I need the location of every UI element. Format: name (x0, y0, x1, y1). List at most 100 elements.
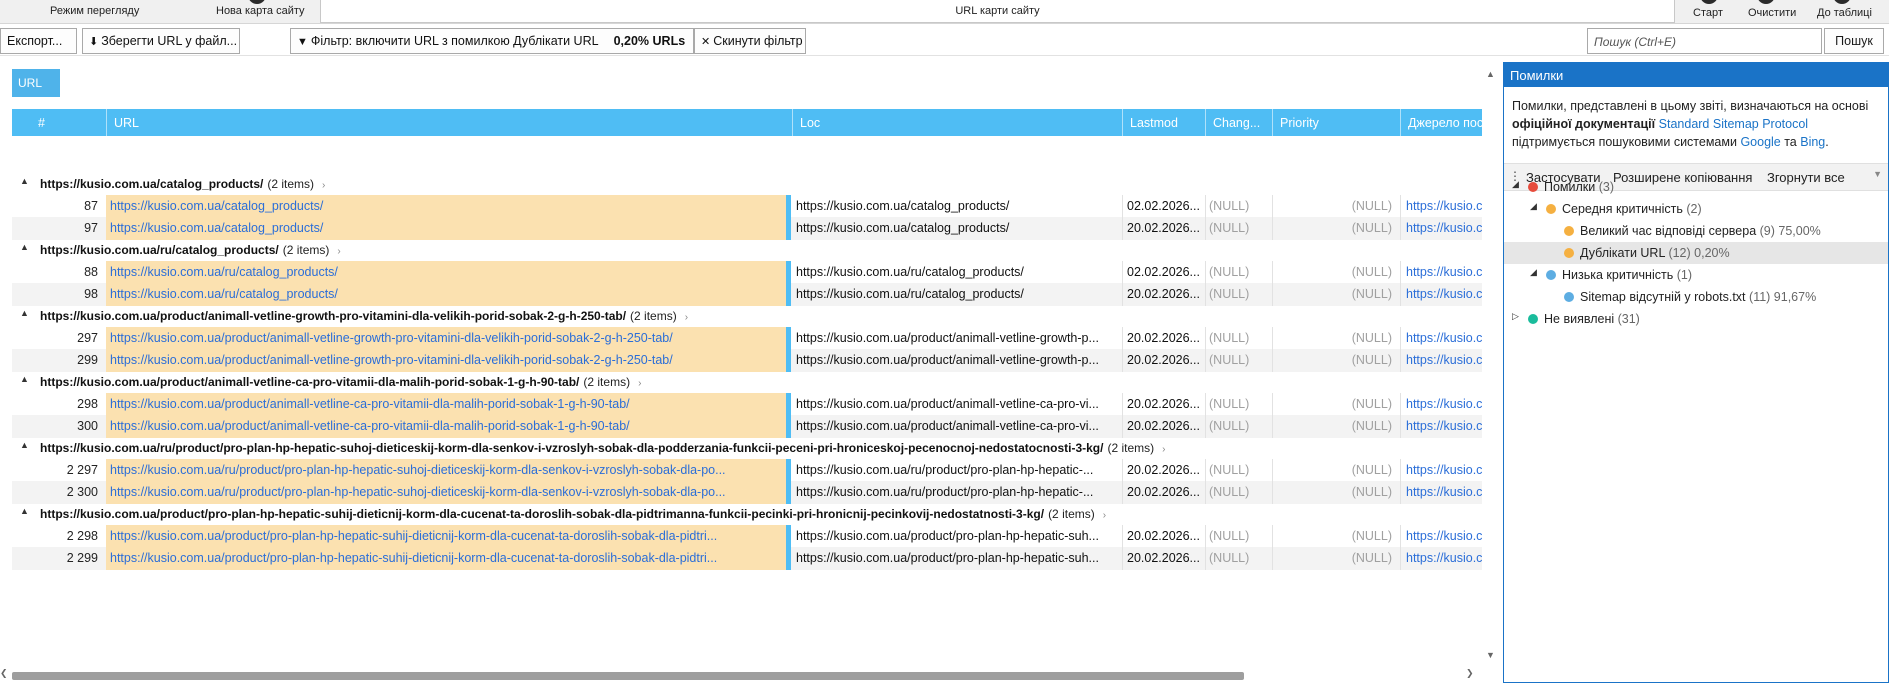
table-row[interactable]: 298 https://kusio.com.ua/product/animall-… (12, 393, 1482, 416)
table-row[interactable]: 300 https://kusio.com.ua/product/animall-… (12, 415, 1482, 438)
row-source-link[interactable]: https://kusio.com (1400, 547, 1482, 570)
collapse-caret-icon[interactable]: ▲ (20, 374, 29, 384)
col-header-loc[interactable]: Loc (792, 109, 1122, 136)
col-header-lastmod[interactable]: Lastmod (1122, 109, 1205, 136)
start-button[interactable]: Старт (1693, 7, 1723, 19)
row-lastmod: 20.02.2026... (1127, 485, 1200, 499)
collapse-caret-icon[interactable]: ◢ (1530, 201, 1537, 212)
row-source-link[interactable]: https://kusio.com (1400, 415, 1482, 438)
reset-filter-button[interactable]: ✕ Скинути фільтр (694, 28, 806, 54)
row-url-link[interactable]: https://kusio.com.ua/product/animall-vet… (106, 393, 786, 416)
row-url-link[interactable]: https://kusio.com.ua/ru/product/pro-plan… (106, 459, 786, 482)
row-source-link[interactable]: https://kusio.com (1400, 481, 1482, 504)
bing-link[interactable]: Bing (1800, 135, 1825, 149)
export-button[interactable]: Експорт... (0, 28, 77, 54)
row-marker (786, 393, 791, 416)
table-row[interactable]: 299 https://kusio.com.ua/product/animall-… (12, 349, 1482, 372)
collapse-caret-icon[interactable]: ▲ (20, 242, 29, 252)
collapse-caret-icon[interactable]: ▲ (20, 440, 29, 450)
table-row[interactable]: 2 299 https://kusio.com.ua/product/pro-pl… (12, 547, 1482, 570)
collapse-caret-icon[interactable]: ▲ (20, 506, 29, 516)
tab-url[interactable]: URL (12, 69, 60, 97)
tree-item-low[interactable]: ◢ Низька критичність (1) (1504, 264, 1888, 286)
chevron-right-icon[interactable]: › (1103, 510, 1106, 521)
row-source-link[interactable]: https://kusio.com (1400, 459, 1482, 482)
new-sitemap-button[interactable]: Нова карта сайту (216, 5, 305, 17)
row-source-link[interactable]: https://kusio.com (1400, 283, 1482, 306)
horizontal-scrollbar[interactable] (12, 672, 1244, 680)
col-header-priority[interactable]: Priority (1272, 109, 1400, 136)
row-changefreq: (NULL) (1209, 485, 1250, 499)
table-row[interactable]: 2 298 https://kusio.com.ua/product/pro-pl… (12, 525, 1482, 548)
tree-item-slow-response[interactable]: Великий час відповіді сервера (9) 75,00% (1504, 220, 1888, 242)
tree-item-errors[interactable]: ◢ Помилки (3) (1504, 176, 1888, 198)
to-table-button[interactable]: До таблиці (1817, 7, 1872, 19)
sitemap-protocol-link[interactable]: Standard Sitemap Protocol (1659, 117, 1808, 131)
row-url-link[interactable]: https://kusio.com.ua/product/pro-plan-hp… (106, 525, 786, 548)
row-url-link[interactable]: https://kusio.com.ua/catalog_products/ (106, 195, 786, 218)
chevron-right-icon[interactable]: › (337, 246, 340, 257)
row-lastmod: 20.02.2026... (1127, 221, 1200, 235)
table-row[interactable]: 88 https://kusio.com.ua/ru/catalog_produc… (12, 261, 1482, 284)
row-source-link[interactable]: https://kusio.com (1400, 393, 1482, 416)
row-source-link[interactable]: https://kusio.com (1400, 525, 1482, 548)
group-row[interactable]: ▲ https://kusio.com.ua/ru/catalog_product… (12, 239, 1482, 261)
group-row[interactable]: ▲ https://kusio.com.ua/product/animall-ve… (12, 371, 1482, 393)
group-row[interactable]: ▲ https://kusio.com.ua/product/animall-ve… (12, 305, 1482, 327)
table-row[interactable]: 87 https://kusio.com.ua/catalog_products/… (12, 195, 1482, 218)
col-header-changefreq[interactable]: Chang... (1205, 109, 1272, 136)
chevron-right-icon[interactable]: › (322, 180, 325, 191)
table-row[interactable]: 297 https://kusio.com.ua/product/animall-… (12, 327, 1482, 350)
tree-item-not-found[interactable]: ▷ Не виявлені (31) (1504, 308, 1888, 330)
save-url-button[interactable]: ⬇ Зберегти URL у файл... (82, 28, 240, 54)
search-input[interactable]: Пошук (Ctrl+E) (1587, 28, 1822, 54)
chevron-right-icon[interactable]: › (1162, 444, 1165, 455)
row-source-link[interactable]: https://kusio.com (1400, 195, 1482, 218)
col-header-url[interactable]: URL (106, 109, 792, 136)
filter-indicator[interactable]: ▼ Фільтр: включити URL з помилкою Дубліка… (290, 28, 694, 54)
tree-item-duplicate-urls[interactable]: Дублікати URL (12) 0,20% (1504, 242, 1888, 264)
scroll-right-icon[interactable]: ❯ (1466, 668, 1474, 679)
clear-button[interactable]: Очистити (1748, 7, 1796, 19)
row-url-link[interactable]: https://kusio.com.ua/product/pro-plan-hp… (106, 547, 786, 570)
col-header-num[interactable]: # (12, 109, 106, 136)
table-row[interactable]: 2 300 https://kusio.com.ua/ru/product/pro… (12, 481, 1482, 504)
row-source-link[interactable]: https://kusio.com (1400, 217, 1482, 240)
collapse-caret-icon[interactable]: ▲ (20, 308, 29, 318)
scroll-left-icon[interactable]: ❮ (0, 668, 8, 679)
row-url-link[interactable]: https://kusio.com.ua/product/animall-vet… (106, 349, 786, 372)
row-url-link[interactable]: https://kusio.com.ua/ru/catalog_products… (106, 261, 786, 284)
group-row[interactable]: ▲ https://kusio.com.ua/catalog_products/(… (12, 173, 1482, 195)
row-source-link[interactable]: https://kusio.com (1400, 327, 1482, 350)
scroll-up-icon[interactable]: ▲ (1486, 69, 1495, 79)
col-header-source[interactable]: Джерело пос (1400, 109, 1482, 136)
table-row[interactable]: 97 https://kusio.com.ua/catalog_products/… (12, 217, 1482, 240)
tree-item-medium[interactable]: ◢ Середня критичність (2) (1504, 198, 1888, 220)
row-source-link[interactable]: https://kusio.com (1400, 261, 1482, 284)
row-source-link[interactable]: https://kusio.com (1400, 349, 1482, 372)
row-url-link[interactable]: https://kusio.com.ua/product/animall-vet… (106, 415, 786, 438)
row-url-link[interactable]: https://kusio.com.ua/ru/catalog_products… (106, 283, 786, 306)
table-row[interactable]: 2 297 https://kusio.com.ua/ru/product/pro… (12, 459, 1482, 482)
expand-caret-icon[interactable]: ▷ (1512, 311, 1519, 322)
tree-item-sitemap-robots[interactable]: Sitemap відсутній у robots.txt (11) 91,6… (1504, 286, 1888, 308)
collapse-caret-icon[interactable]: ◢ (1512, 179, 1519, 190)
row-url-link[interactable]: https://kusio.com.ua/catalog_products/ (106, 217, 786, 240)
table-row[interactable]: 98 https://kusio.com.ua/ru/catalog_produc… (12, 283, 1482, 306)
row-lastmod: 02.02.2026... (1127, 199, 1200, 213)
chevron-right-icon[interactable]: › (638, 378, 641, 389)
view-mode-button[interactable]: Режим перегляду (50, 5, 139, 17)
tree-item-count: (9) 75,00% (1759, 224, 1821, 238)
group-row[interactable]: ▲ https://kusio.com.ua/ru/product/pro-pla… (12, 437, 1482, 459)
chevron-right-icon[interactable]: › (685, 312, 688, 323)
sitemap-url-field[interactable]: URL карти сайту (320, 0, 1675, 23)
collapse-caret-icon[interactable]: ▲ (20, 176, 29, 186)
group-row[interactable]: ▲ https://kusio.com.ua/product/pro-plan-h… (12, 503, 1482, 525)
search-button[interactable]: Пошук (1824, 28, 1884, 54)
scroll-down-icon[interactable]: ▼ (1486, 650, 1495, 660)
row-number: 2 299 (66, 551, 98, 565)
collapse-caret-icon[interactable]: ◢ (1530, 267, 1537, 278)
row-url-link[interactable]: https://kusio.com.ua/product/animall-vet… (106, 327, 786, 350)
row-url-link[interactable]: https://kusio.com.ua/ru/product/pro-plan… (106, 481, 786, 504)
google-link[interactable]: Google (1740, 135, 1780, 149)
